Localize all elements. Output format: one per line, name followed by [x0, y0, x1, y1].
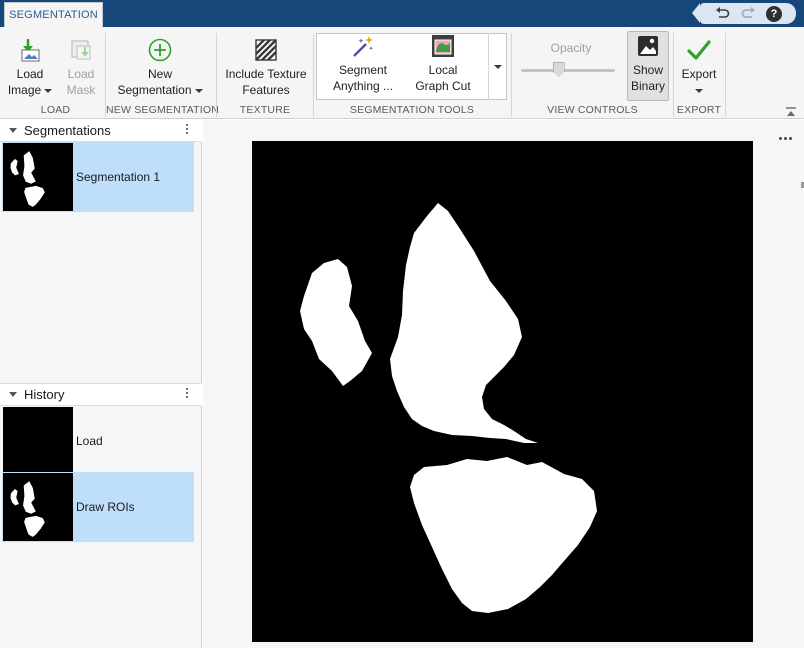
help-button[interactable]: ?: [764, 5, 784, 22]
opacity-slider-thumb[interactable]: [552, 62, 565, 77]
gallery-expand-button[interactable]: [488, 33, 507, 100]
load-image-icon: [17, 37, 43, 63]
new-segmentation-label-2: Segmentation: [117, 83, 192, 97]
load-image-label-2: Image: [7, 83, 42, 97]
load-mask-label-1: Load: [67, 67, 95, 81]
include-texture-features-button[interactable]: Include Texture Features: [222, 27, 310, 98]
segmentation-thumbnail: [3, 143, 73, 211]
redo-icon[interactable]: [738, 5, 758, 22]
local-graph-cut-button[interactable]: Local Graph Cut: [405, 23, 481, 94]
segment-anything-label-1: Segment: [338, 63, 388, 77]
new-segmentation-button[interactable]: New Segmentation: [110, 27, 210, 98]
left-panel: Segmentations Segmentation 1 History Loa…: [0, 120, 202, 648]
opacity-slider-track[interactable]: [521, 69, 615, 72]
add-circle-icon: [147, 37, 173, 63]
section-divider: [216, 33, 217, 117]
section-divider: [725, 33, 726, 117]
history-item[interactable]: Load: [2, 406, 194, 476]
section-label-export: EXPORT: [676, 104, 722, 116]
chevron-down-icon: [695, 88, 703, 93]
history-title: History: [24, 387, 65, 402]
magic-wand-icon: [350, 33, 376, 59]
image-view-panel: [203, 120, 804, 648]
chevron-down-icon: [44, 88, 53, 93]
load-image-button[interactable]: Load Image: [7, 27, 53, 98]
section-label-texture: TEXTURE: [239, 104, 291, 116]
section-label-load: LOAD: [40, 104, 71, 116]
tab-segmentation[interactable]: SEGMENTATION: [4, 2, 103, 27]
segmentations-title: Segmentations: [24, 123, 111, 138]
load-mask-label-2: Mask: [66, 83, 96, 97]
show-binary-toggle[interactable]: Show Binary: [627, 23, 669, 94]
panel-menu-icon[interactable]: [186, 123, 188, 135]
checkmark-icon: [686, 37, 712, 63]
section-label-segmentation-tools: SEGMENTATION TOOLS: [349, 104, 475, 116]
load-image-label-1: Load: [16, 67, 44, 81]
history-thumbnail: [3, 407, 73, 475]
new-segmentation-label-1: New: [147, 67, 172, 81]
graph-cut-icon: [430, 33, 456, 59]
more-options-icon[interactable]: [779, 137, 792, 140]
export-button[interactable]: Export: [678, 27, 720, 98]
history-item-label: Draw ROIs: [76, 500, 135, 514]
mask-region: [390, 203, 538, 443]
segmentations-panel-header[interactable]: Segmentations: [0, 120, 202, 142]
section-label-view-controls: VIEW CONTROLS: [547, 104, 638, 116]
mask-region: [300, 259, 372, 386]
history-item-label: Load: [76, 434, 103, 448]
local-graph-cut-label-2: Graph Cut: [415, 79, 471, 93]
binary-mask-canvas[interactable]: [252, 141, 753, 642]
texture-icon: [253, 37, 279, 63]
title-bar: SEGMENTATION ?: [0, 0, 804, 27]
help-icon: ?: [766, 5, 782, 22]
chevron-down-icon: [494, 64, 502, 69]
panel-menu-icon[interactable]: [186, 387, 188, 399]
show-binary-label-1: Show: [632, 63, 664, 77]
history-item[interactable]: Draw ROIs: [2, 472, 194, 542]
history-thumbnail: [3, 473, 73, 541]
segment-anything-label-2: Anything ...: [332, 79, 394, 93]
show-binary-label-2: Binary: [630, 79, 665, 93]
mask-region: [410, 457, 597, 613]
include-texture-label-2: Features: [242, 83, 290, 97]
collapse-triangle-icon: [9, 392, 17, 397]
segmentation-item[interactable]: Segmentation 1: [2, 142, 194, 212]
history-panel-header[interactable]: History: [0, 384, 202, 406]
section-label-new-segmentation: NEW SEGMENTATION: [106, 104, 220, 116]
chevron-down-icon: [194, 88, 203, 93]
segment-anything-button[interactable]: Segment Anything ...: [324, 23, 402, 94]
collapse-toolstrip-icon[interactable]: [786, 106, 796, 116]
quick-access-bar: ?: [692, 3, 796, 24]
collapse-triangle-icon: [9, 128, 17, 133]
opacity-label: Opacity: [550, 41, 592, 55]
load-mask-button[interactable]: Load Mask: [59, 27, 103, 98]
segmentation-item-label: Segmentation 1: [76, 170, 161, 184]
include-texture-label-1: Include Texture: [225, 67, 307, 81]
toolstrip: Load Image Load Mask LOAD New Segmentati…: [0, 27, 804, 119]
export-label: Export: [681, 67, 717, 81]
undo-icon[interactable]: [712, 5, 732, 22]
load-mask-icon: [68, 37, 94, 63]
binary-image-icon: [635, 33, 661, 59]
local-graph-cut-label-1: Local: [428, 63, 458, 77]
